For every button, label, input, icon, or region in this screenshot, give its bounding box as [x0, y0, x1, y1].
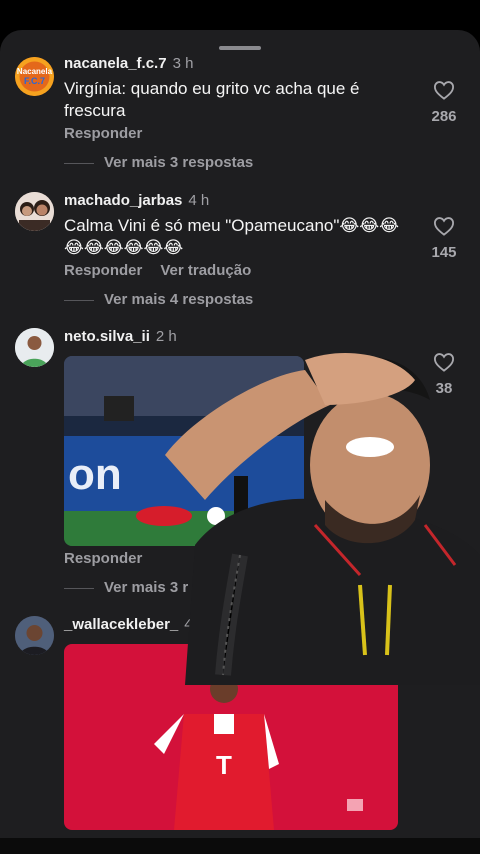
comment-text: Calma Vini é só meu "Opameucano"😂😂😂😂😂😂😂😂…: [64, 216, 399, 257]
avatar[interactable]: [15, 328, 54, 367]
comment-header: neto.silva_ii 2 h: [64, 328, 177, 345]
avatar[interactable]: [15, 616, 54, 655]
avatar[interactable]: [15, 192, 54, 231]
like-button[interactable]: 145: [426, 216, 462, 261]
like-count: 145: [431, 244, 457, 261]
comment-text: Virgínia: quando eu grito vc acha que é …: [64, 79, 360, 120]
sheet-drag-handle[interactable]: [219, 46, 261, 50]
comments-sheet: Nacanela F.C.7 nacanela_f.c.7 3 h Virgíni…: [0, 30, 480, 838]
reply-button[interactable]: Responder: [64, 125, 142, 142]
username[interactable]: _wallacekleber_: [64, 616, 178, 633]
svg-text:F.C.7: F.C.7: [24, 76, 45, 86]
view-replies-button[interactable]: Ver mais 4 respostas: [64, 291, 253, 308]
reply-button[interactable]: Responder: [64, 550, 142, 567]
svg-text:on: on: [68, 450, 122, 499]
view-replies-button[interactable]: Ver mais 3 respostas: [64, 154, 253, 171]
view-replies-label: Ver mais 4 respostas: [104, 291, 254, 308]
comment-actions: Responder: [64, 125, 160, 142]
divider-line: [64, 299, 94, 301]
avatar[interactable]: Nacanela F.C.7: [15, 57, 54, 96]
reply-button[interactable]: Responder: [64, 262, 142, 279]
timestamp: 4 h: [188, 192, 210, 209]
bottom-bar: [0, 838, 480, 854]
like-button[interactable]: 286: [426, 80, 462, 125]
view-replies-label: Ver mais 3 respostas: [104, 154, 254, 171]
username[interactable]: machado_jarbas: [64, 192, 182, 209]
reaction-overlay-image: [165, 352, 480, 685]
svg-text:Nacanela: Nacanela: [17, 67, 53, 76]
divider-line: [64, 162, 94, 164]
divider-line: [64, 587, 94, 589]
username[interactable]: nacanela_f.c.7: [64, 55, 167, 72]
username[interactable]: neto.silva_ii: [64, 328, 150, 345]
svg-text:T: T: [216, 750, 232, 780]
like-count: 286: [431, 108, 457, 125]
comment-actions: Responder Ver tradução: [64, 262, 269, 279]
comment-actions: Responder: [64, 550, 160, 567]
translate-button[interactable]: Ver tradução: [160, 262, 251, 279]
comment-header: nacanela_f.c.7 3 h: [64, 55, 193, 72]
comment-header: machado_jarbas 4 h: [64, 192, 209, 209]
heart-outline-icon: [433, 81, 455, 100]
timestamp: 3 h: [172, 55, 194, 72]
heart-outline-icon: [433, 217, 455, 236]
